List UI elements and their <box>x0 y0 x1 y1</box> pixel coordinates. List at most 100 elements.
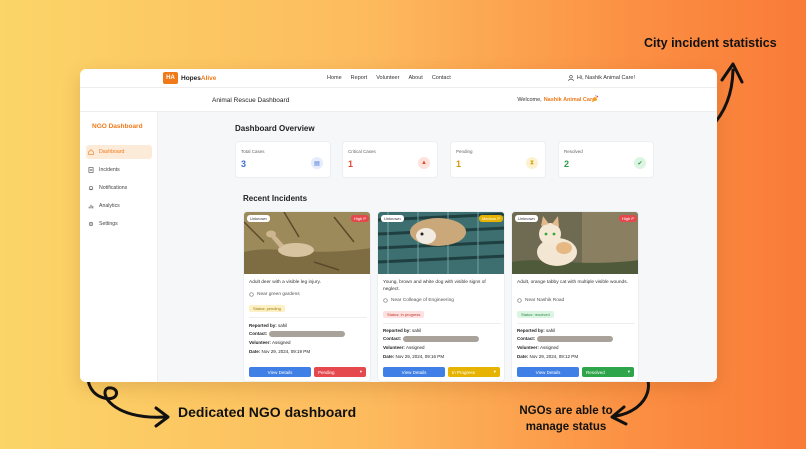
reported-by: Reported by: sahil <box>249 323 287 328</box>
incident-description: Young, brown and white dog with visible … <box>383 280 486 293</box>
location-icon <box>249 292 254 297</box>
incident-photo-deer: Unknown High P <box>244 212 370 274</box>
contact: Contact: <box>383 336 480 342</box>
sidebar-item-label: Analytics <box>99 203 120 209</box>
date: Date: Nov 29, 2024, 09:16 PM <box>383 354 444 359</box>
sidebar: NGO Dashboard Dashboard Incidents Notifi… <box>80 112 158 382</box>
sidebar-item-dashboard[interactable]: Dashboard <box>86 145 152 159</box>
bell-icon <box>88 185 94 191</box>
stat-card-resolved: Resolved 2 ✔ <box>558 141 654 178</box>
stat-value: 2 <box>564 159 570 169</box>
reported-by-value: sahil <box>412 328 422 333</box>
sidebar-item-label: Settings <box>99 221 118 227</box>
divider <box>249 317 367 318</box>
date-value: Nov 29, 2024, 09:12 PM <box>529 354 579 359</box>
nav-link-home[interactable]: Home <box>327 75 342 81</box>
logo-mark: HA <box>163 72 178 84</box>
priority-badge: Medium P <box>478 215 503 222</box>
clipboard-icon: ▤ <box>311 157 323 169</box>
brand-name: HopesAlive <box>181 75 216 82</box>
home-icon <box>88 149 94 155</box>
status-badge: Status: resolved <box>517 311 554 318</box>
sidebar-item-notifications[interactable]: Notifications <box>86 181 152 195</box>
status-dropdown-label: Pending <box>318 369 335 375</box>
brand-primary: Hopes <box>181 74 201 82</box>
welcome-name: Nashik Animal Care! <box>543 97 597 103</box>
sidebar-item-incidents[interactable]: Incidents <box>86 163 152 177</box>
nav-link-about[interactable]: About <box>408 75 422 81</box>
status-dropdown[interactable]: Pending ▾ <box>314 367 366 377</box>
divider <box>517 323 635 324</box>
nav-link-volunteer[interactable]: Volunteer <box>376 75 399 81</box>
recent-incidents-title: Recent Incidents <box>243 194 308 203</box>
incident-description: Adult deer with a visible leg injury. <box>249 280 321 285</box>
stat-value: 3 <box>241 159 247 169</box>
date-value: Nov 29, 2024, 09:16 PM <box>395 354 445 359</box>
analytics-icon <box>88 204 94 209</box>
chevron-down-icon: ▾ <box>493 369 496 374</box>
status-dropdown-label: Resolved <box>586 369 605 375</box>
contact-label: Contact: <box>383 336 402 342</box>
volunteer: Volunteer: Assigned <box>249 340 290 345</box>
sidebar-item-analytics[interactable]: Analytics <box>86 199 152 213</box>
sidebar-item-label: Notifications <box>99 185 128 191</box>
user-greeting: Hi, Nashik Animal Care! <box>576 75 635 81</box>
check-icon: ✔ <box>634 157 646 169</box>
priority-badge: High P <box>350 215 369 222</box>
hourglass-icon: ⧗ <box>526 157 538 169</box>
gear-icon <box>88 221 94 227</box>
view-details-button[interactable]: View Details <box>517 367 579 377</box>
contact-label: Contact: <box>249 331 268 337</box>
annotation-ngo-dashboard: Dedicated NGO dashboard <box>178 404 357 420</box>
reported-by-value: sahil <box>278 323 288 328</box>
reported-by: Reported by: sahil <box>517 328 555 333</box>
volunteer: Volunteer: Assigned <box>517 345 558 350</box>
chevron-down-icon: ▾ <box>627 369 630 374</box>
contact-redacted <box>403 336 480 342</box>
top-navbar: HA HopesAlive Home Report Volunteer Abou… <box>80 69 717 88</box>
app-window: HA HopesAlive Home Report Volunteer Abou… <box>80 69 717 382</box>
nav-link-report[interactable]: Report <box>351 75 368 81</box>
stat-value: 1 <box>456 159 462 169</box>
volunteer-label: Volunteer: <box>383 345 405 350</box>
welcome-text: Welcome, Nashik Animal Care! <box>517 97 597 103</box>
view-details-button[interactable]: View Details <box>383 367 445 377</box>
date: Date: Nov 29, 2024, 09:12 PM <box>517 354 578 359</box>
sidebar-item-settings[interactable]: Settings <box>86 217 152 231</box>
volunteer-label: Volunteer: <box>249 340 271 345</box>
incident-location: Near Nashik Road <box>517 298 564 303</box>
chevron-down-icon: ▾ <box>359 369 362 374</box>
incident-card: Unknown High P Adult, orange tabby cat w… <box>511 211 639 382</box>
nav-link-contact[interactable]: Contact <box>432 75 451 81</box>
volunteer: Volunteer: Assigned <box>383 345 424 350</box>
animal-tag: Unknown <box>515 215 538 222</box>
location-icon <box>517 298 522 303</box>
stat-card-pending: Pending 1 ⧗ <box>450 141 546 178</box>
date-label: Date: <box>383 354 395 359</box>
divider <box>383 323 501 324</box>
stat-label: Total Cases <box>241 149 265 154</box>
status-dropdown[interactable]: In Progress ▾ <box>448 367 500 377</box>
priority-badge: High P <box>618 215 637 222</box>
reported-by-value: sahil <box>546 328 556 333</box>
status-dropdown[interactable]: Resolved ▾ <box>582 367 634 377</box>
contact: Contact: <box>517 336 614 342</box>
reported-by-label: Reported by: <box>517 328 545 333</box>
stat-card-critical: Critical Cases 1 ▲ <box>342 141 438 178</box>
logo[interactable]: HA HopesAlive <box>163 72 216 84</box>
incident-photo-cat: Unknown High P <box>512 212 638 274</box>
location-text: Near green gardens <box>257 292 300 297</box>
brand-accent: Alive <box>200 74 217 82</box>
location-text: Near Nashik Road <box>525 298 565 303</box>
incident-photo-dog: Unknown Medium P <box>378 212 504 274</box>
stat-card-total: Total Cases 3 ▤ <box>235 141 331 178</box>
stat-value: 1 <box>348 159 354 169</box>
incident-description: Adult, orange tabby cat with multiple vi… <box>517 280 628 285</box>
status-badge: Status: in progress <box>383 311 425 318</box>
animal-tag: Unknown <box>381 215 404 222</box>
view-details-button[interactable]: View Details <box>249 367 311 377</box>
main-content: Dashboard Overview Total Cases 3 ▤ Criti… <box>158 112 717 382</box>
reported-by-label: Reported by: <box>383 328 411 333</box>
incidents-icon <box>88 167 94 173</box>
user-menu[interactable]: Hi, Nashik Animal Care! <box>568 75 635 81</box>
